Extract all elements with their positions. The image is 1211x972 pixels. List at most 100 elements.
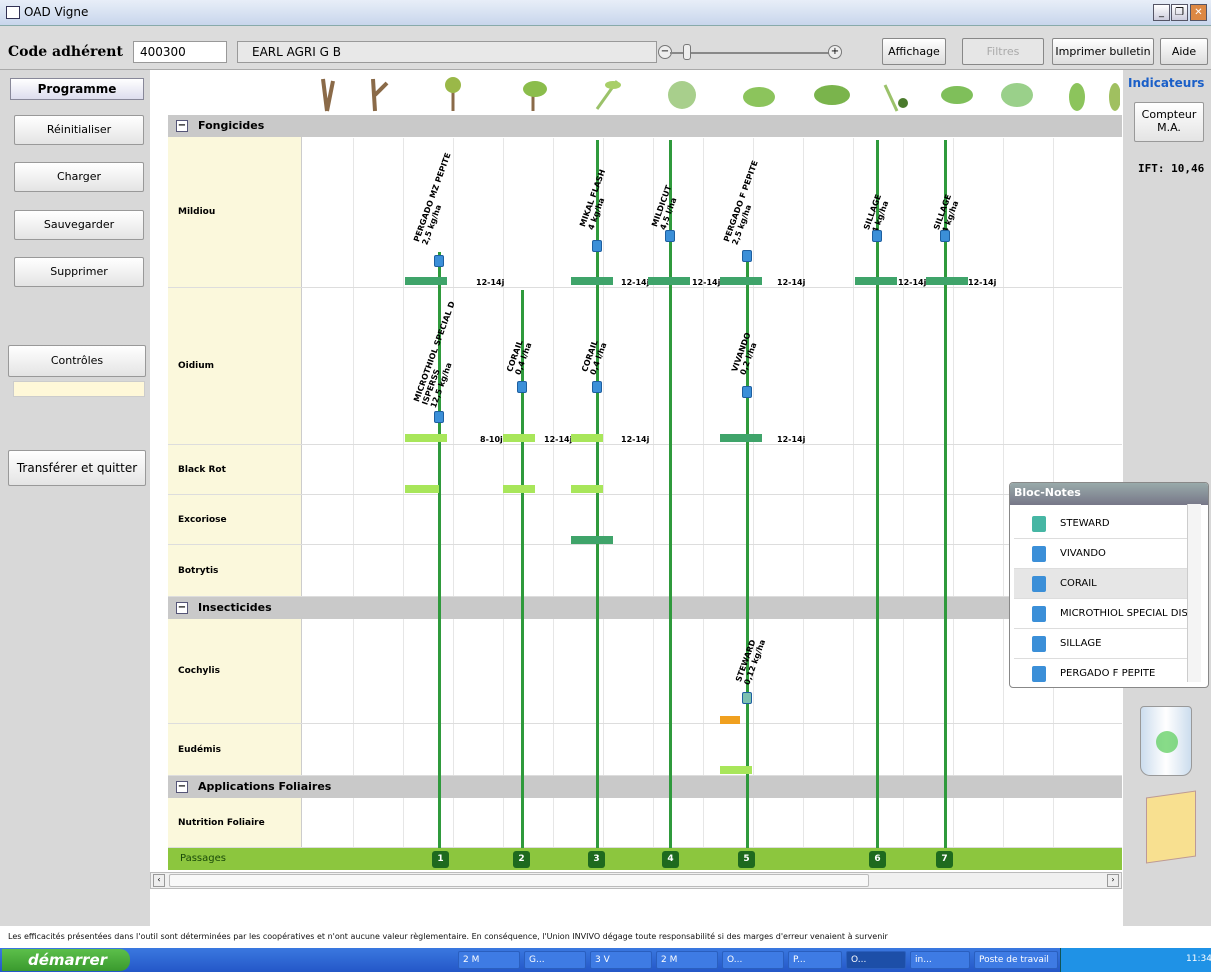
sauvegarder-button[interactable]: Sauvegarder <box>14 210 144 240</box>
product-icon[interactable] <box>742 386 752 398</box>
protection-bar[interactable] <box>855 277 897 285</box>
scroll-left-icon[interactable]: ‹ <box>153 874 165 887</box>
window-titlebar: OAD Vigne _ ❐ ✕ <box>0 0 1211 26</box>
scroll-thumb[interactable] <box>169 874 869 887</box>
trash-icon[interactable] <box>1140 706 1192 776</box>
zoom-slider[interactable] <box>670 52 830 54</box>
protection-bar[interactable] <box>648 277 690 285</box>
passage-number[interactable]: 3 <box>588 851 605 868</box>
bloc-note-item[interactable]: SILLAGE <box>1014 629 1188 659</box>
start-button[interactable]: démarrer <box>2 949 130 971</box>
bloc-note-item[interactable]: STEWARD <box>1014 509 1188 539</box>
product-icon[interactable] <box>517 381 527 393</box>
row-mildiou: Mildiou <box>168 137 1122 288</box>
taskbar-item[interactable]: O... <box>846 951 906 969</box>
protection-bar[interactable] <box>571 536 613 544</box>
recycle-icon <box>1156 731 1178 753</box>
taskbar-item[interactable]: Poste de travail <box>974 951 1058 969</box>
passages-label: Passages <box>180 853 226 864</box>
product-icon[interactable] <box>742 250 752 262</box>
minimize-icon[interactable]: _ <box>1153 4 1170 21</box>
controles-reglementaires-button[interactable]: Contrôles réglementaires <box>8 345 146 397</box>
zoom-slider-thumb[interactable] <box>683 44 691 60</box>
filtres-button[interactable]: Filtres <box>962 38 1044 65</box>
protection-bar[interactable] <box>720 716 740 724</box>
horizontal-scrollbar[interactable]: ‹ › <box>150 872 1122 889</box>
section-fongicides[interactable]: − Fongicides <box>168 115 1122 137</box>
imprimer-bulletin-button[interactable]: Imprimer bulletin <box>1052 38 1154 65</box>
supprimer-button[interactable]: Supprimer <box>14 257 144 287</box>
protection-bar[interactable] <box>405 485 439 493</box>
clock: 11:34 <box>1186 954 1211 964</box>
product-icon[interactable] <box>940 230 950 242</box>
taskbar-item[interactable]: P... <box>788 951 842 969</box>
section-insecticides[interactable]: − Insecticides <box>168 597 1122 619</box>
passage-line[interactable] <box>944 140 947 848</box>
product-icon[interactable] <box>742 692 752 704</box>
aide-button[interactable]: Aide <box>1160 38 1208 65</box>
product-icon[interactable] <box>434 255 444 267</box>
duration-label: 12-14j <box>692 278 721 287</box>
taskbar-item[interactable]: in... <box>910 951 970 969</box>
protection-bar[interactable] <box>503 434 535 442</box>
passage-number[interactable]: 7 <box>936 851 953 868</box>
bloc-note-item[interactable]: MICROTHIOL SPECIAL DIS <box>1014 599 1188 629</box>
passage-number[interactable]: 6 <box>869 851 886 868</box>
passage-line[interactable] <box>876 140 879 848</box>
bloc-note-item[interactable]: VIVANDO <box>1014 539 1188 569</box>
product-icon[interactable] <box>665 230 675 242</box>
protection-bar[interactable] <box>571 485 603 493</box>
restore-icon[interactable]: ❐ <box>1171 4 1188 21</box>
protection-bar[interactable] <box>926 277 968 285</box>
company-field: EARL AGRI G B <box>237 41 657 63</box>
duration-label: 12-14j <box>968 278 997 287</box>
passage-number[interactable]: 5 <box>738 851 755 868</box>
transferer-quitter-button[interactable]: Transférer et quitter <box>8 450 146 486</box>
zoom-in-icon[interactable]: + <box>828 45 842 59</box>
product-icon[interactable] <box>872 230 882 242</box>
section-applications-foliaires[interactable]: − Applications Foliaires <box>168 776 1122 798</box>
product-icon[interactable] <box>592 381 602 393</box>
protection-bar[interactable] <box>720 434 762 442</box>
collapse-icon[interactable]: − <box>176 120 188 132</box>
reinitialiser-button[interactable]: Réinitialiser <box>14 115 144 145</box>
taskbar-item[interactable]: 2 M <box>458 951 520 969</box>
protection-bar[interactable] <box>405 434 447 442</box>
protection-bar[interactable] <box>571 434 603 442</box>
programme-tab[interactable]: Programme <box>10 78 144 100</box>
duration-label: 8-10j <box>480 435 503 444</box>
scroll-right-icon[interactable]: › <box>1107 874 1119 887</box>
protection-bar[interactable] <box>405 277 447 285</box>
charger-button[interactable]: Charger <box>14 162 144 192</box>
duration-label: 12-14j <box>544 435 573 444</box>
window-title: OAD Vigne <box>24 5 89 19</box>
close-icon[interactable]: ✕ <box>1190 4 1207 21</box>
row-label: Cochylis <box>168 619 302 723</box>
code-adherent-field[interactable]: 400300 <box>133 41 227 63</box>
bloc-note-item[interactable]: CORAIL <box>1014 569 1188 599</box>
product-icon[interactable] <box>592 240 602 252</box>
protection-bar[interactable] <box>571 277 613 285</box>
notes-icon[interactable] <box>1146 790 1196 864</box>
collapse-icon[interactable]: − <box>176 602 188 614</box>
taskbar-item[interactable]: G... <box>524 951 586 969</box>
bloc-note-item[interactable]: PERGADO F PEPITE <box>1014 659 1188 687</box>
collapse-icon[interactable]: − <box>176 781 188 793</box>
protection-bar[interactable] <box>720 766 752 774</box>
stage-photo <box>735 75 779 113</box>
compteur-ma-button[interactable]: Compteur M.A. <box>1134 102 1204 142</box>
passage-number[interactable]: 2 <box>513 851 530 868</box>
passage-number[interactable]: 1 <box>432 851 449 868</box>
product-icon[interactable] <box>434 411 444 423</box>
taskbar-item[interactable]: 3 V <box>590 951 652 969</box>
passage-line[interactable] <box>669 140 672 848</box>
protection-bar[interactable] <box>720 277 762 285</box>
taskbar-item[interactable]: 2 M <box>656 951 718 969</box>
row-botrytis: Botrytis <box>168 545 1122 597</box>
row-label: Mildiou <box>168 137 302 287</box>
passage-number[interactable]: 4 <box>662 851 679 868</box>
bloc-notes-scrollbar[interactable] <box>1187 504 1201 682</box>
taskbar-item[interactable]: O... <box>722 951 784 969</box>
protection-bar[interactable] <box>503 485 535 493</box>
affichage-button[interactable]: Affichage <box>882 38 946 65</box>
